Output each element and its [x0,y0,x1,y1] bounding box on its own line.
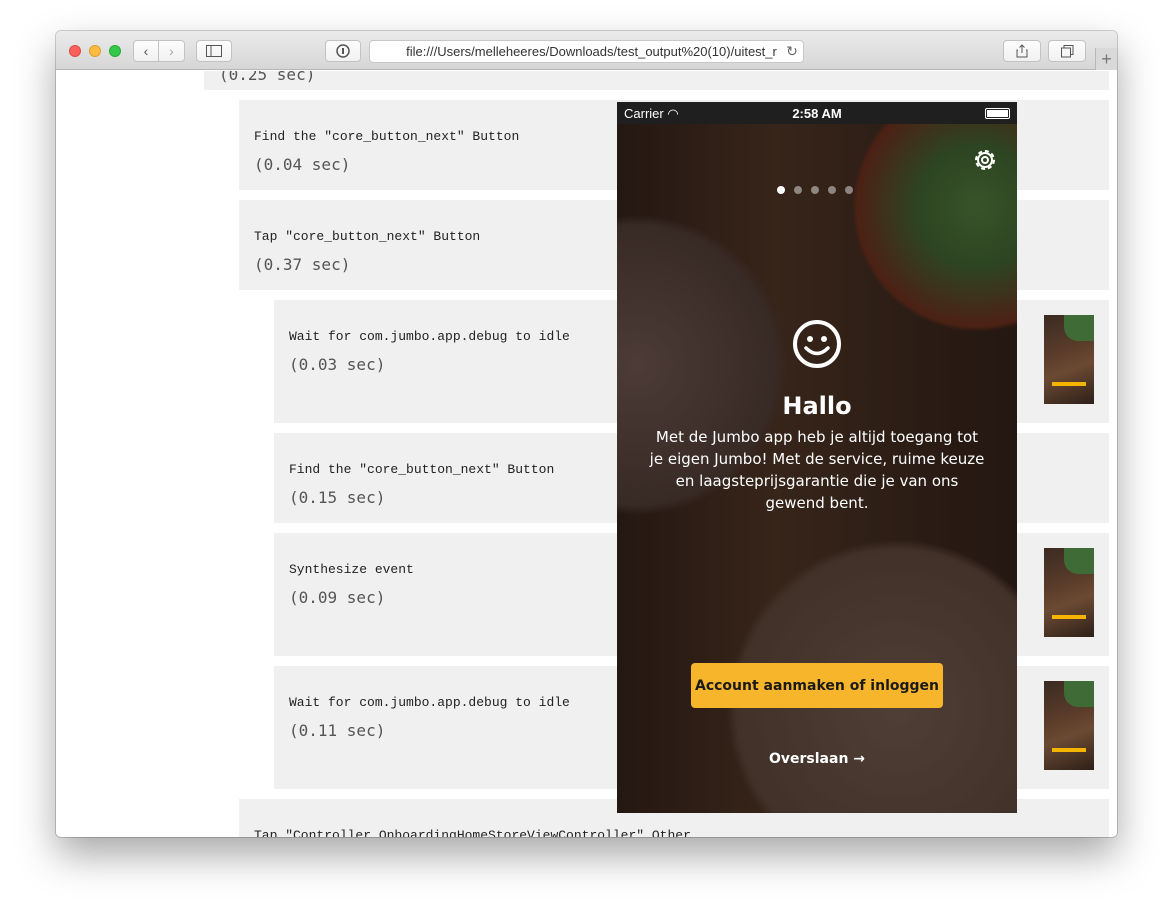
step-duration: (0.11 sec) [289,721,386,740]
screenshot-thumbnail[interactable] [1044,681,1094,770]
address-bar[interactable]: file:///Users/melleheeres/Downloads/test… [369,40,804,63]
status-time: 2:58 AM [792,106,842,121]
browser-window: ‹ › file:///Users/melleheeres/Downloads/… [56,31,1117,837]
reload-icon[interactable]: ↻ [781,43,803,60]
page-dot [828,186,836,194]
sidebar-toggle-button[interactable] [196,40,232,62]
step-duration: (0.25 sec) [219,71,316,84]
share-icon [1016,44,1028,58]
step-duration: (0.37 sec) [254,255,351,274]
onboarding-description: Met de Jumbo app heb je altijd toegang t… [649,428,985,512]
smiley-icon [793,320,841,368]
browser-toolbar: ‹ › file:///Users/melleheeres/Downloads/… [56,31,1117,70]
battery-icon [985,108,1010,119]
share-button[interactable] [1003,40,1041,62]
sidebar-icon [206,45,222,57]
chevron-right-icon: › [169,43,174,59]
step-name: Tap "core_button_next" Button [254,229,481,244]
step-duration: (0.03 sec) [289,355,386,374]
step-name: Wait for com.jumbo.app.debug to idle [289,695,570,710]
settings-gear-icon[interactable] [971,146,999,174]
step-name: Find the "core_button_next" Button [254,129,520,144]
chevron-left-icon: ‹ [143,43,149,59]
zoom-window-button[interactable] [109,45,121,57]
tabs-icon [1060,44,1073,57]
back-button[interactable]: ‹ [133,40,159,62]
new-tab-button[interactable]: + [1095,48,1117,70]
page-dot [794,186,802,194]
step-name: Wait for com.jumbo.app.debug to idle [289,329,570,344]
url-text: file:///Users/melleheeres/Downloads/test… [406,44,777,59]
onboarding-title: Hallo [782,392,852,420]
step-name: Tap "Controller_OnboardingHomeStoreViewC… [254,828,691,837]
privacy-report-button[interactable] [325,40,361,62]
page-dot [811,186,819,194]
forward-button[interactable]: › [159,40,185,62]
step-name: Find the "core_button_next" Button [289,462,555,477]
page-content: (0.25 sec) Find the "core_button_next" B… [56,71,1117,837]
info-icon [336,44,350,58]
phone-screenshot-preview: Carrier ◠ 2:58 AM Hallo Met de Jumbo app… [617,102,1017,813]
minimize-window-button[interactable] [89,45,101,57]
skip-button[interactable]: Overslaan → [617,751,1017,767]
page-dot [845,186,853,194]
step-duration: (0.04 sec) [254,155,351,174]
screenshot-thumbnail[interactable] [1044,315,1094,404]
screenshot-thumbnail[interactable] [1044,548,1094,637]
page-indicator [777,186,853,194]
create-account-or-login-button[interactable]: Account aanmaken of inloggen [691,663,943,708]
tabs-overview-button[interactable] [1048,40,1086,62]
navigation-buttons: ‹ › [133,40,185,62]
close-window-button[interactable] [69,45,81,57]
step-duration: (0.09 sec) [289,588,386,607]
ios-status-bar: Carrier ◠ 2:58 AM [617,102,1017,124]
plus-icon: + [1101,48,1112,69]
page-dot [777,186,785,194]
step-name: Synthesize event [289,562,414,577]
step-row: (0.25 sec) [204,71,1109,90]
step-duration: (0.15 sec) [289,488,386,507]
